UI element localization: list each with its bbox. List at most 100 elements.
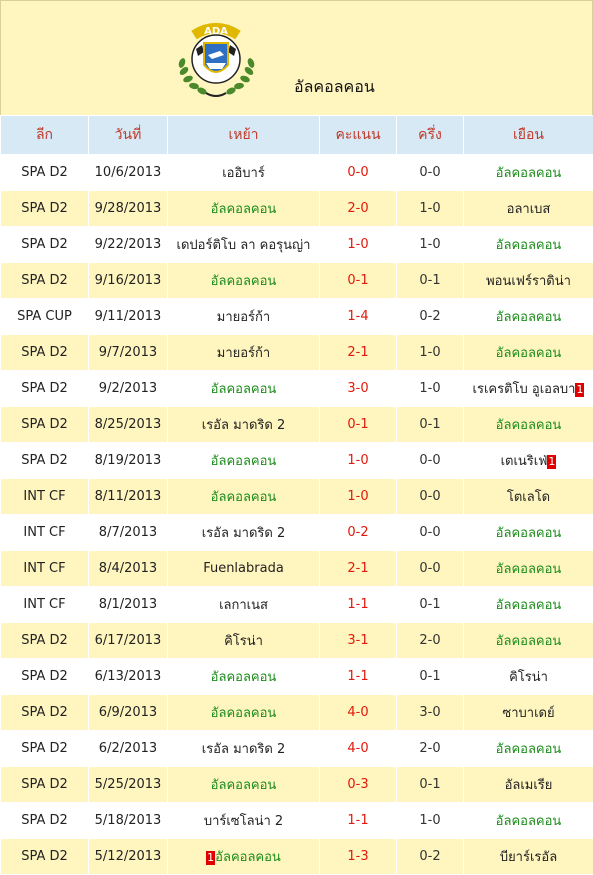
home-team-cell[interactable]: Fuenlabrada: [168, 551, 320, 587]
away-team-cell[interactable]: ซาบาเดย์: [464, 695, 593, 731]
away-team-cell[interactable]: เตเนริเฟ่1: [464, 443, 593, 479]
home-team-cell[interactable]: เรอัล มาดริด 2: [168, 731, 320, 767]
away-team-cell[interactable]: อัลคอลคอน: [464, 515, 593, 551]
away-team-cell[interactable]: อัลคอลคอน: [464, 731, 593, 767]
score-cell-text: 3-0: [347, 381, 368, 396]
table-row[interactable]: SPA D210/6/2013เออิบาร์0-00-0อัลคอลคอน: [1, 155, 593, 191]
home-team-cell[interactable]: อัลคอลคอน: [168, 371, 320, 407]
league-cell: INT CF: [1, 587, 89, 623]
home-team-cell[interactable]: เลกาเนส: [168, 587, 320, 623]
table-row[interactable]: SPA D28/19/2013อัลคอลคอน1-00-0เตเนริเฟ่1: [1, 443, 593, 479]
home-team-cell[interactable]: คิโรน่า: [168, 623, 320, 659]
away-team-cell[interactable]: อัลคอลคอน: [464, 407, 593, 443]
score-cell-text: 3-1: [347, 633, 368, 648]
table-row[interactable]: SPA D26/9/2013อัลคอลคอน4-03-0ซาบาเดย์: [1, 695, 593, 731]
table-row[interactable]: INT CF8/7/2013เรอัล มาดริด 20-20-0อัลคอล…: [1, 515, 593, 551]
home-team-cell[interactable]: เรอัล มาดริด 2: [168, 407, 320, 443]
date-cell: 9/22/2013: [89, 227, 168, 263]
away-team-cell[interactable]: อัลคอลคอน: [464, 623, 593, 659]
half-time-cell-text: 0-0: [419, 525, 440, 540]
table-row[interactable]: INT CF8/4/2013Fuenlabrada2-10-0อัลคอลคอน: [1, 551, 593, 587]
table-row[interactable]: SPA D29/28/2013อัลคอลคอน2-01-0อลาเบส: [1, 191, 593, 227]
half-time-cell: 2-0: [397, 731, 464, 767]
away-team-cell[interactable]: อัลเมเรีย: [464, 767, 593, 803]
table-row[interactable]: INT CF8/11/2013อัลคอลคอน1-00-0โตเลโด: [1, 479, 593, 515]
date-cell: 9/16/2013: [89, 263, 168, 299]
table-row[interactable]: SPA D25/25/2013อัลคอลคอน0-30-1อัลเมเรีย: [1, 767, 593, 803]
away-team-cell[interactable]: อัลคอลคอน: [464, 335, 593, 371]
league-cell: SPA D2: [1, 227, 89, 263]
home-team-cell[interactable]: อัลคอลคอน: [168, 695, 320, 731]
away-team-cell[interactable]: อลาเบส: [464, 191, 593, 227]
crest-text: ADA: [204, 26, 228, 37]
home-team-cell[interactable]: เออิบาร์: [168, 155, 320, 191]
table-row[interactable]: SPA D25/18/2013บาร์เซโลน่า 21-11-0อัลคอล…: [1, 803, 593, 839]
home-team-cell[interactable]: อัลคอลคอน: [168, 659, 320, 695]
league-cell-text: SPA D2: [21, 165, 68, 180]
away-team-cell[interactable]: พอนเฟร์ราดิน่า: [464, 263, 593, 299]
home-team-cell[interactable]: เรอัล มาดริด 2: [168, 515, 320, 551]
home-team-cell-text: บาร์เซโลน่า 2: [204, 814, 283, 829]
home-team-cell[interactable]: อัลคอลคอน: [168, 443, 320, 479]
score-cell-text: 2-0: [347, 201, 368, 216]
away-team-cell[interactable]: อัลคอลคอน: [464, 803, 593, 839]
home-team-cell-text: อัลคอลคอน: [211, 454, 277, 469]
score-cell-text: 2-1: [347, 345, 368, 360]
date-cell-text: 8/7/2013: [99, 525, 157, 540]
home-team-cell[interactable]: อัลคอลคอน: [168, 191, 320, 227]
table-row[interactable]: SPA D29/7/2013มายอร์ก้า2-11-0อัลคอลคอน: [1, 335, 593, 371]
table-row[interactable]: INT CF8/1/2013เลกาเนส1-10-1อัลคอลคอน: [1, 587, 593, 623]
league-cell: SPA D2: [1, 731, 89, 767]
half-time-cell-text: 0-0: [419, 165, 440, 180]
away-team-cell[interactable]: เรเครติโบ อูเอลบา1: [464, 371, 593, 407]
table-row[interactable]: SPA D26/17/2013คิโรน่า3-12-0อัลคอลคอน: [1, 623, 593, 659]
table-row[interactable]: SPA D28/25/2013เรอัล มาดริด 20-10-1อัลคอ…: [1, 407, 593, 443]
table-row[interactable]: SPA D29/22/2013เดปอร์ติโบ ลา คอรุนญ่า1-0…: [1, 227, 593, 263]
away-team-cell[interactable]: อัลคอลคอน: [464, 155, 593, 191]
home-team-cell[interactable]: อัลคอลคอน: [168, 263, 320, 299]
table-row[interactable]: SPA D29/2/2013อัลคอลคอน3-01-0เรเครติโบ อ…: [1, 371, 593, 407]
score-cell: 4-0: [320, 731, 397, 767]
home-team-cell-text: เออิบาร์: [222, 166, 265, 181]
away-team-cell-text: อัลคอลคอน: [496, 742, 562, 757]
away-team-cell[interactable]: บียาร์เรอัล: [464, 839, 593, 875]
score-cell-text: 1-1: [347, 813, 368, 828]
away-team-cell-text: อัลคอลคอน: [496, 526, 562, 541]
away-team-cell[interactable]: อัลคอลคอน: [464, 299, 593, 335]
home-team-cell[interactable]: อัลคอลคอน: [168, 479, 320, 515]
table-row[interactable]: SPA D29/16/2013อัลคอลคอน0-10-1พอนเฟร์ราด…: [1, 263, 593, 299]
away-team-cell[interactable]: อัลคอลคอน: [464, 587, 593, 623]
away-team-cell[interactable]: โตเลโด: [464, 479, 593, 515]
home-team-cell[interactable]: มายอร์ก้า: [168, 335, 320, 371]
column-header-league: ลีก: [1, 116, 89, 155]
table-row[interactable]: SPA D26/13/2013อัลคอลคอน1-10-1คิโรน่า: [1, 659, 593, 695]
half-time-cell-text: 1-0: [419, 381, 440, 396]
half-time-cell: 0-0: [397, 155, 464, 191]
home-team-cell[interactable]: บาร์เซโลน่า 2: [168, 803, 320, 839]
league-cell-text: INT CF: [23, 561, 65, 576]
table-row[interactable]: SPA D25/12/20131อัลคอลคอน1-30-2บียาร์เรอ…: [1, 839, 593, 875]
club-crest-icon: ADA: [174, 19, 259, 101]
away-team-cell[interactable]: อัลคอลคอน: [464, 551, 593, 587]
score-cell: 1-1: [320, 659, 397, 695]
date-cell: 9/28/2013: [89, 191, 168, 227]
half-time-cell: 1-0: [397, 335, 464, 371]
home-team-cell[interactable]: อัลคอลคอน: [168, 767, 320, 803]
score-cell: 0-1: [320, 263, 397, 299]
home-team-cell-text: เรอัล มาดริด 2: [202, 742, 285, 757]
red-card-icon: 1: [206, 851, 215, 865]
away-team-cell[interactable]: คิโรน่า: [464, 659, 593, 695]
away-team-cell[interactable]: อัลคอลคอน: [464, 227, 593, 263]
table-row[interactable]: SPA CUP9/11/2013มายอร์ก้า1-40-2อัลคอลคอน: [1, 299, 593, 335]
away-team-cell-text: อลาเบส: [507, 202, 551, 217]
half-time-cell-text: 2-0: [419, 633, 440, 648]
half-time-cell: 0-1: [397, 767, 464, 803]
table-header-row: ลีก วันที่ เหย้า คะแนน ครึ่ง เยือน: [1, 116, 593, 155]
team-header: ADA อัลคอลคอน: [0, 0, 593, 115]
league-cell: INT CF: [1, 479, 89, 515]
date-cell-text: 9/7/2013: [99, 345, 157, 360]
home-team-cell[interactable]: เดปอร์ติโบ ลา คอรุนญ่า: [168, 227, 320, 263]
table-row[interactable]: SPA D26/2/2013เรอัล มาดริด 24-02-0อัลคอล…: [1, 731, 593, 767]
home-team-cell[interactable]: 1อัลคอลคอน: [168, 839, 320, 875]
home-team-cell[interactable]: มายอร์ก้า: [168, 299, 320, 335]
